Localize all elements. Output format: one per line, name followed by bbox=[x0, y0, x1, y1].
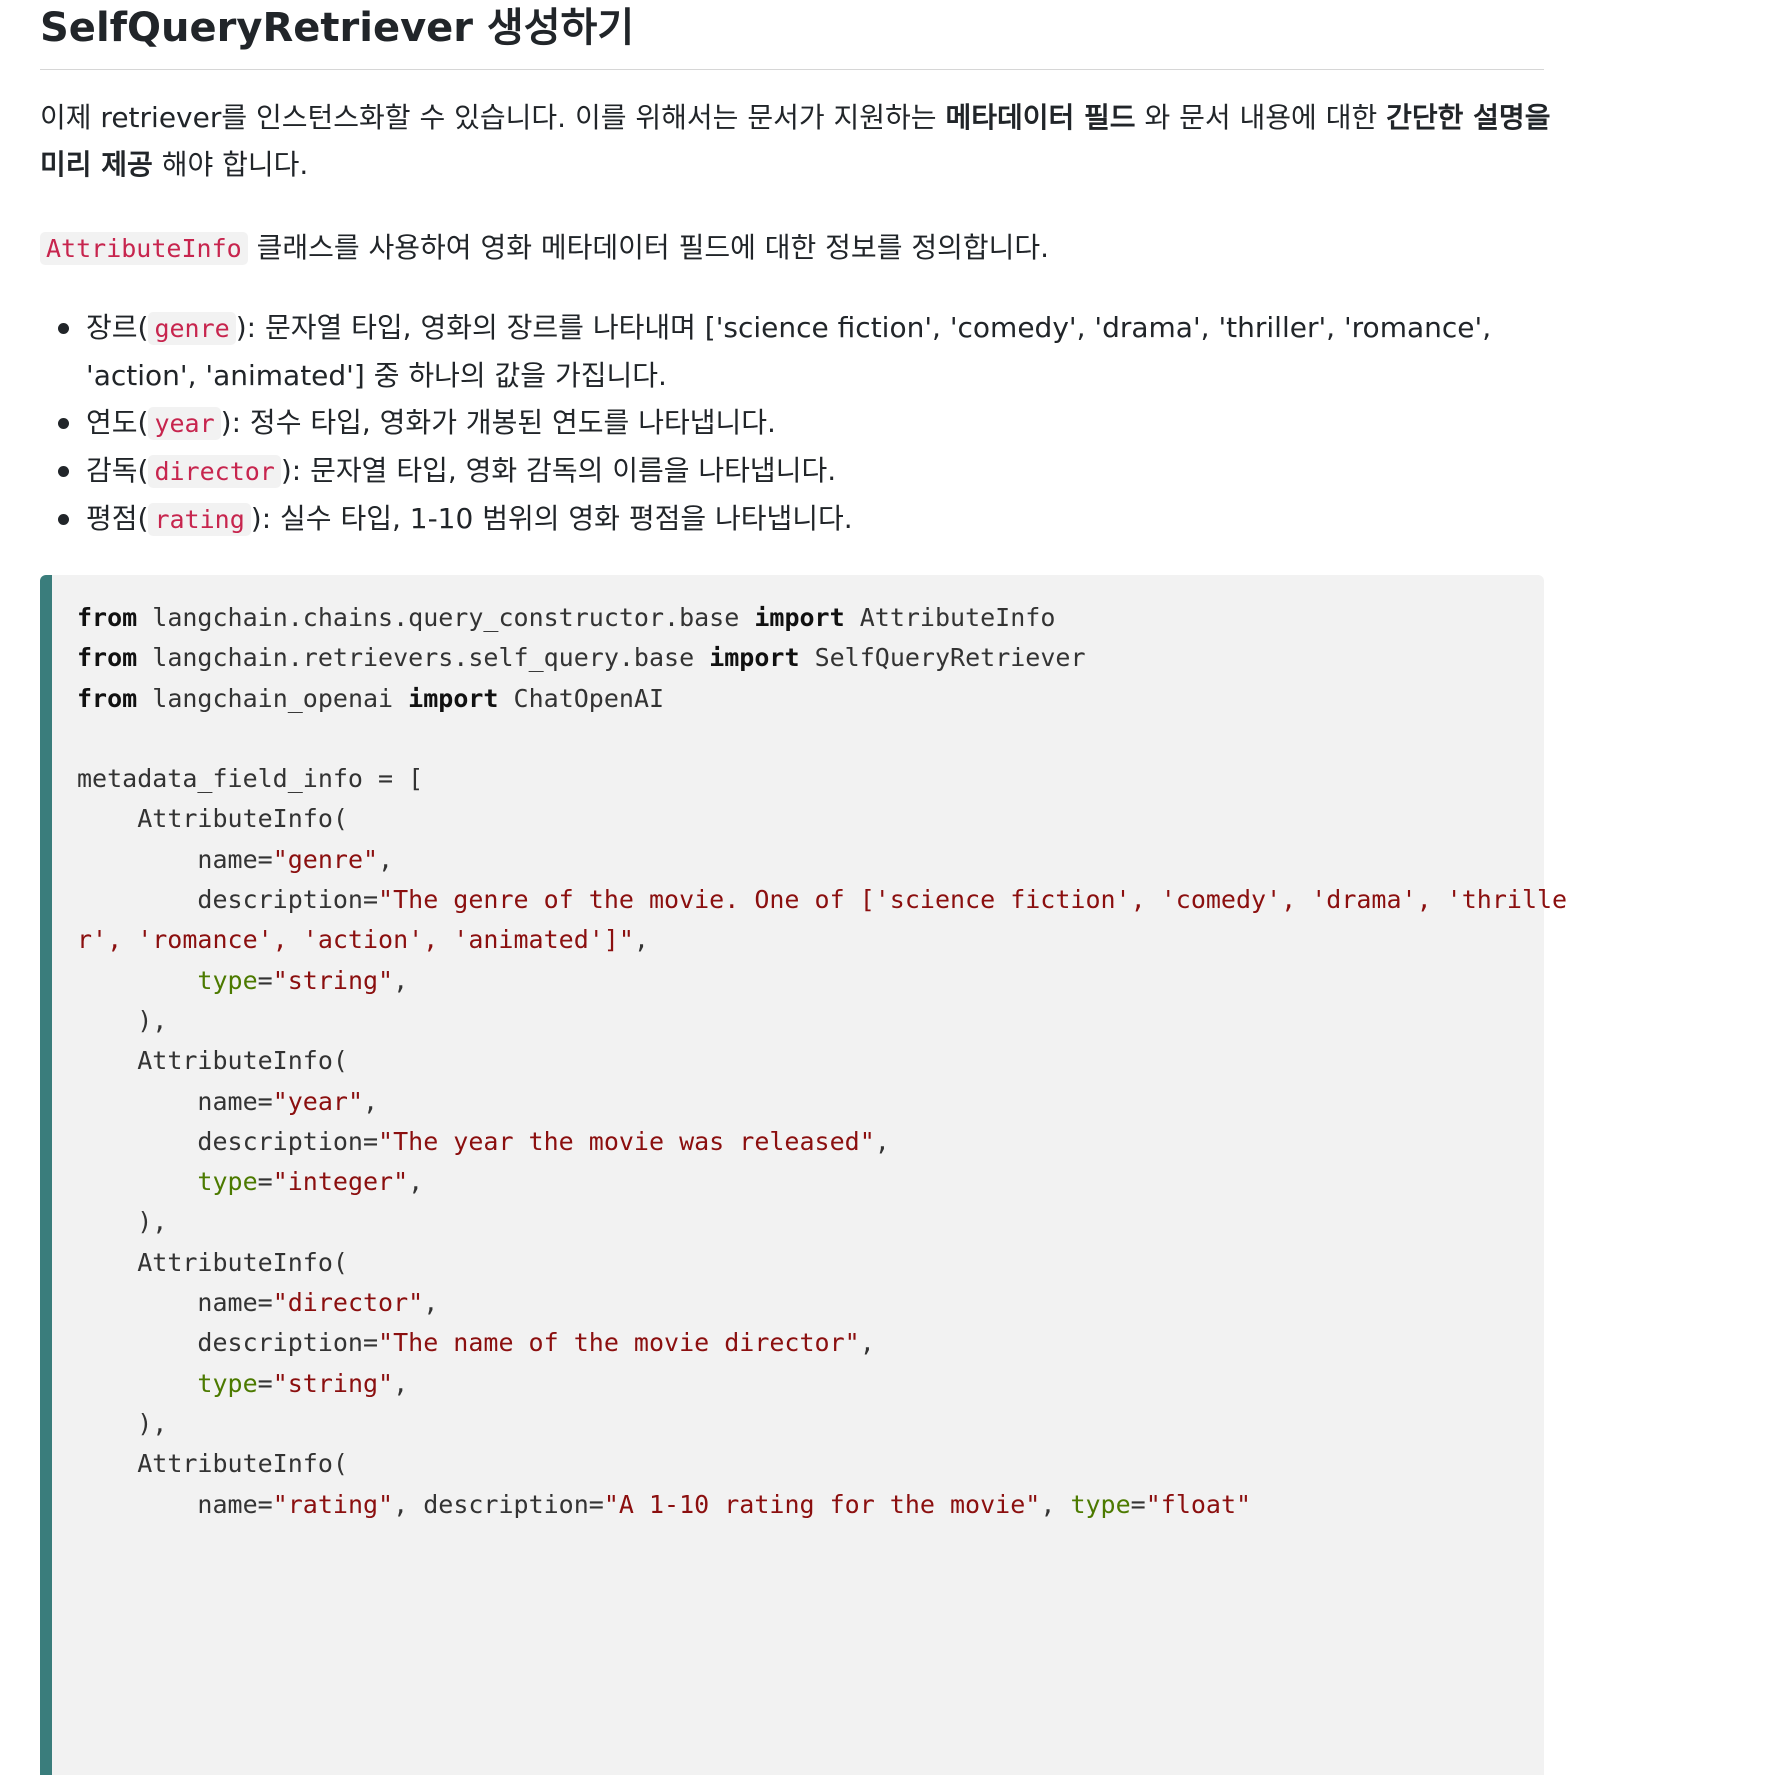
code-param: name= bbox=[197, 1489, 273, 1519]
code-type-keyword: type bbox=[197, 965, 258, 995]
list-item-text: ): 문자열 타입, 영화 감독의 이름을 나타냅니다. bbox=[280, 454, 837, 487]
code-punct: , bbox=[408, 1167, 424, 1197]
code-content[interactable]: from langchain.chains.query_constructor.… bbox=[77, 598, 1567, 1525]
code-string: "genre" bbox=[272, 844, 379, 874]
code-keyword: import bbox=[408, 683, 499, 713]
code-class: ChatOpenAI bbox=[513, 683, 665, 713]
code-string: "string" bbox=[272, 1368, 394, 1398]
intro-text: 와 문서 내용에 대한 bbox=[1135, 101, 1387, 134]
code-punct: = bbox=[257, 1167, 273, 1197]
bullet-icon bbox=[58, 466, 69, 477]
code-module: langchain.chains.query_constructor.base bbox=[152, 603, 740, 632]
page-title: SelfQueryRetriever 생성하기 bbox=[40, 5, 635, 51]
code-type-keyword: type bbox=[197, 1167, 258, 1197]
code-close: ), bbox=[137, 1207, 168, 1237]
code-string: "rating" bbox=[272, 1489, 394, 1519]
list-item: 감독(director): 문자열 타입, 영화 감독의 이름을 나타냅니다. bbox=[40, 447, 1544, 495]
code-type-keyword: type bbox=[1070, 1489, 1131, 1519]
code-class: AttributeInfo bbox=[859, 603, 1056, 632]
code-string: "The name of the movie director" bbox=[378, 1328, 860, 1358]
code-close: ), bbox=[137, 1408, 168, 1438]
code-string: "float" bbox=[1145, 1489, 1252, 1519]
code-string: r', 'romance', 'action', 'animated']" bbox=[77, 925, 634, 955]
intro-bold-description: 간단한 설명을 bbox=[1386, 101, 1551, 134]
intro-bold-metadata: 메타데이터 필드 bbox=[945, 101, 1136, 134]
list-item: 평점(rating): 실수 타입, 1-10 범위의 영화 평점을 나타냅니다… bbox=[40, 495, 1544, 543]
field-list: 장르(genre): 문자열 타입, 영화의 장르를 나타내며 ['scienc… bbox=[40, 304, 1544, 543]
code-punct: = bbox=[257, 1368, 273, 1398]
code-string: "integer" bbox=[272, 1167, 409, 1197]
attributeinfo-paragraph: AttributeInfo 클래스를 사용하여 영화 메타데이터 필드에 대한 … bbox=[40, 224, 1544, 272]
attributeinfo-text: 클래스를 사용하여 영화 메타데이터 필드에 대한 정보를 정의합니다. bbox=[247, 231, 1050, 264]
code-string: "The year the movie was released" bbox=[378, 1126, 875, 1156]
code-module: langchain_openai bbox=[152, 683, 394, 713]
code-punct: = bbox=[1130, 1489, 1146, 1519]
code-punct: , bbox=[874, 1126, 890, 1156]
code-keyword: import bbox=[754, 603, 845, 632]
code-punct: , bbox=[378, 844, 394, 874]
list-item-text: ): 정수 타입, 영화가 개봉된 연도를 나타냅니다. bbox=[220, 406, 776, 439]
code-constructor: AttributeInfo( bbox=[137, 1449, 348, 1479]
list-item: 장르(genre): 문자열 타입, 영화의 장르를 나타내며 ['scienc… bbox=[40, 304, 1544, 399]
code-keyword: from bbox=[77, 683, 138, 713]
inline-code-director: director bbox=[148, 455, 281, 488]
intro-text: 이제 retriever를 인스턴스화할 수 있습니다. 이를 위해서는 문서가… bbox=[40, 101, 946, 134]
code-param: , description= bbox=[393, 1489, 604, 1519]
code-string: "year" bbox=[272, 1086, 363, 1116]
bullet-icon bbox=[58, 514, 69, 525]
list-item-text: 장르( bbox=[86, 311, 149, 344]
code-keyword: import bbox=[709, 643, 800, 673]
code-punct: , bbox=[1040, 1489, 1071, 1519]
code-param: name= bbox=[197, 844, 273, 874]
code-punct: , bbox=[393, 1368, 409, 1398]
inline-code-attributeinfo: AttributeInfo bbox=[40, 232, 248, 265]
code-constructor: AttributeInfo( bbox=[137, 804, 348, 834]
intro-bold-provide: 미리 제공 bbox=[40, 148, 153, 181]
list-item-text: 연도( bbox=[86, 406, 149, 439]
code-type-keyword: type bbox=[197, 1368, 258, 1398]
code-punct: , bbox=[393, 965, 409, 995]
list-item-text: 감독( bbox=[86, 454, 149, 487]
list-item: 연도(year): 정수 타입, 영화가 개봉된 연도를 나타냅니다. bbox=[40, 399, 1544, 447]
code-assignment: metadata_field_info = [ bbox=[77, 764, 424, 794]
inline-code-rating: rating bbox=[148, 503, 251, 536]
code-class: SelfQueryRetriever bbox=[814, 643, 1086, 673]
code-param: name= bbox=[197, 1288, 273, 1318]
list-item-text: ): 실수 타입, 1-10 범위의 영화 평점을 나타냅니다. bbox=[250, 502, 853, 535]
code-string: "A 1-10 rating for the movie" bbox=[603, 1489, 1041, 1519]
code-keyword: from bbox=[77, 603, 138, 632]
code-punct: , bbox=[633, 925, 649, 955]
inline-code-year: year bbox=[148, 407, 221, 440]
code-punct: , bbox=[859, 1328, 875, 1358]
code-punct: , bbox=[363, 1086, 379, 1116]
intro-text: 해야 합니다. bbox=[152, 148, 309, 181]
code-param: description= bbox=[197, 1328, 379, 1358]
code-string: "string" bbox=[272, 965, 394, 995]
code-string: "The genre of the movie. One of ['scienc… bbox=[378, 885, 1568, 915]
code-string: "director" bbox=[272, 1288, 424, 1318]
inline-code-genre: genre bbox=[148, 312, 236, 345]
bullet-icon bbox=[58, 323, 69, 334]
bullet-icon bbox=[58, 418, 69, 429]
code-keyword: from bbox=[77, 643, 138, 673]
code-close: ), bbox=[137, 1005, 168, 1035]
code-punct: = bbox=[257, 965, 273, 995]
intro-paragraph: 이제 retriever를 인스턴스화할 수 있습니다. 이를 위해서는 문서가… bbox=[40, 94, 1550, 188]
code-param: description= bbox=[197, 1126, 379, 1156]
code-constructor: AttributeInfo( bbox=[137, 1247, 348, 1277]
code-constructor: AttributeInfo( bbox=[137, 1046, 348, 1076]
list-item-text: ): 문자열 타입, 영화의 장르를 나타내며 ['science fictio… bbox=[235, 311, 1492, 344]
code-punct: , bbox=[423, 1288, 439, 1318]
section-heading: SelfQueryRetriever 생성하기 bbox=[40, 0, 1544, 70]
code-param: description= bbox=[197, 885, 379, 915]
list-item-text: 'action', 'animated'] 중 하나의 값을 가집니다. bbox=[86, 359, 667, 392]
list-item-text: 평점( bbox=[86, 502, 149, 535]
code-param: name= bbox=[197, 1086, 273, 1116]
code-module: langchain.retrievers.self_query.base bbox=[152, 643, 695, 673]
